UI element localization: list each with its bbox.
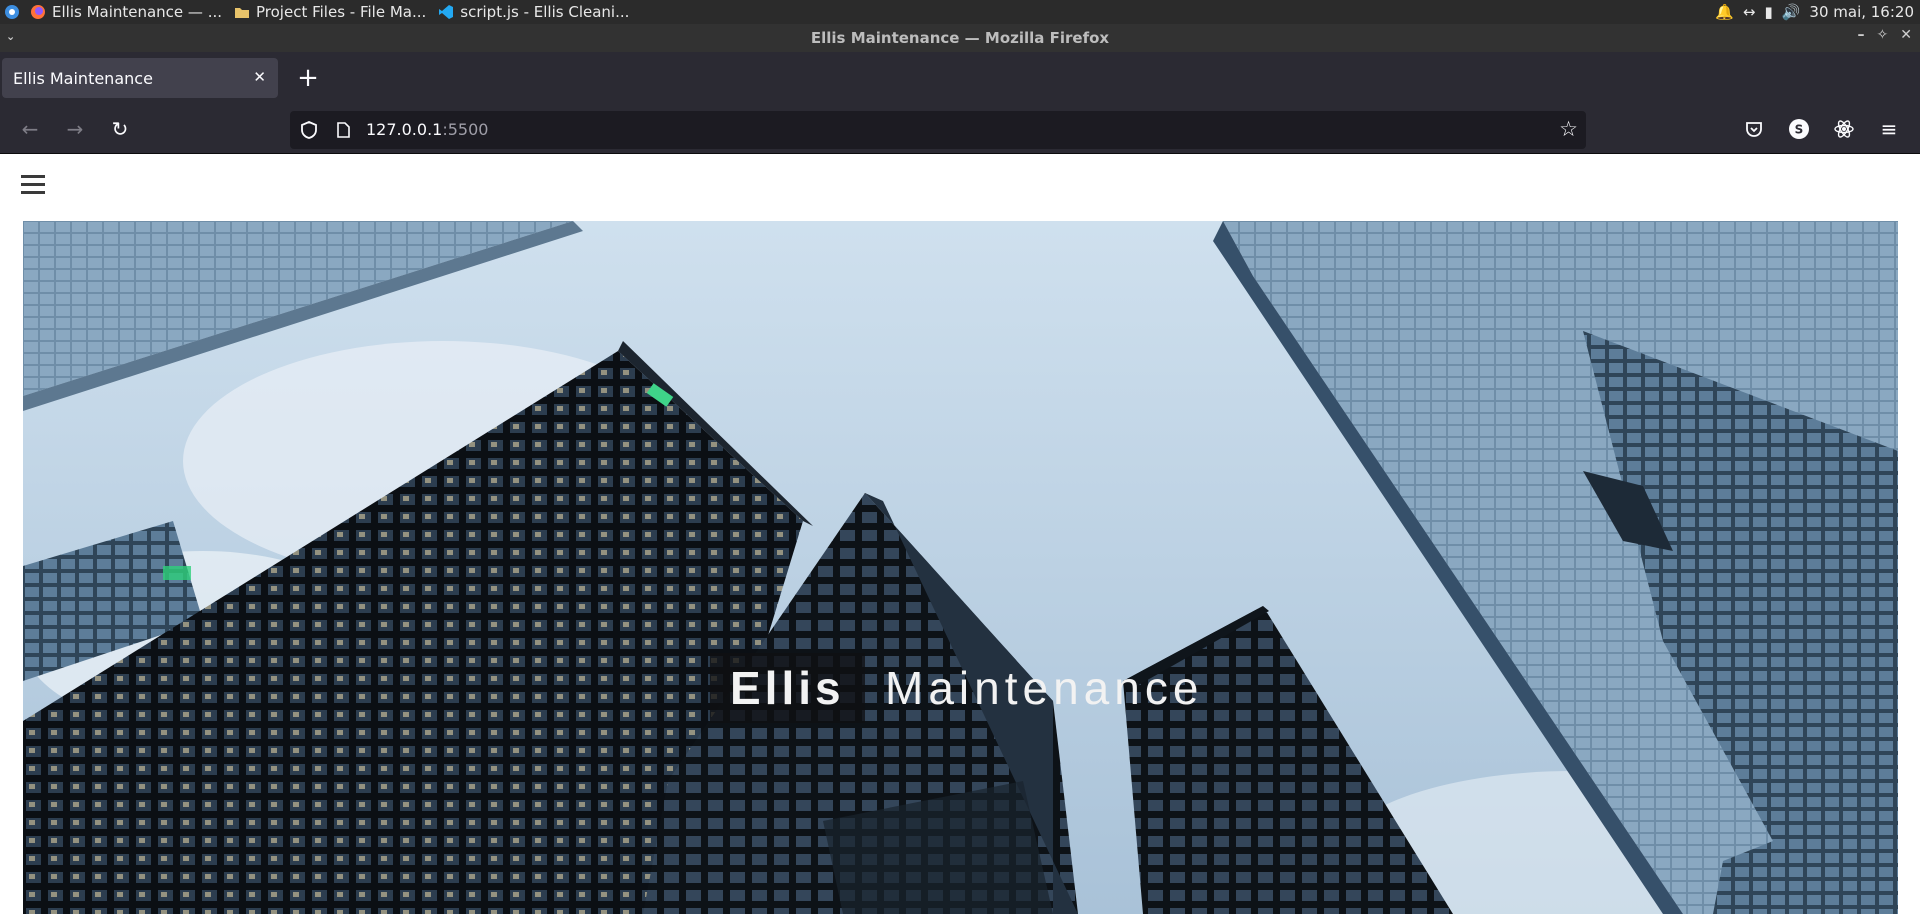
system-tray: 🔔 ↔ ▮ 🔊 30 mai, 16:20 xyxy=(1715,0,1914,24)
window-title: Ellis Maintenance — Mozilla Firefox xyxy=(810,29,1110,47)
volume-icon[interactable]: 🔊 xyxy=(1782,3,1801,21)
account-avatar-icon: S xyxy=(1789,119,1809,139)
tab-strip: Ellis Maintenance ✕ + xyxy=(0,52,1920,104)
arrow-left-icon: ← xyxy=(21,117,39,141)
window-titlebar: ⌄ Ellis Maintenance — Mozilla Firefox – … xyxy=(0,24,1920,52)
app-menu-button[interactable]: ≡ xyxy=(1873,113,1905,145)
taskbar-item-firefox[interactable]: Ellis Maintenance — ... xyxy=(24,0,228,24)
kde-icon xyxy=(5,5,19,19)
battery-icon[interactable]: ▮ xyxy=(1764,3,1772,21)
shield-icon[interactable] xyxy=(299,120,319,140)
window-menu-icon[interactable]: ⌄ xyxy=(6,30,15,43)
hero-banner: Ellis Maintenance xyxy=(23,221,1898,914)
menu-icon: ≡ xyxy=(1880,117,1898,141)
city-skyline-image xyxy=(23,221,1898,914)
clock[interactable]: 30 mai, 16:20 xyxy=(1809,3,1914,21)
taskbar-item-label: script.js - Ellis Cleani... xyxy=(460,3,630,21)
taskbar-item-vscode[interactable]: script.js - Ellis Cleani... xyxy=(432,0,635,24)
minimize-icon[interactable]: – xyxy=(1858,27,1865,43)
tab-ellis-maintenance[interactable]: Ellis Maintenance ✕ xyxy=(2,58,278,98)
tab-title: Ellis Maintenance xyxy=(13,68,153,88)
os-taskbar: Ellis Maintenance — ... Project Files - … xyxy=(0,0,1920,24)
close-window-icon[interactable]: ✕ xyxy=(1900,27,1912,43)
arrow-right-icon: → xyxy=(66,117,84,141)
forward-button[interactable]: → xyxy=(59,113,91,145)
url-bar[interactable]: 127.0.0.1:5500 ☆ xyxy=(290,111,1586,149)
pocket-button[interactable] xyxy=(1738,113,1770,145)
reload-icon: ↻ xyxy=(111,117,129,141)
firefox-icon xyxy=(31,5,45,19)
back-button[interactable]: ← xyxy=(14,113,46,145)
url-host: 127.0.0.1 xyxy=(366,120,443,139)
url-text[interactable]: 127.0.0.1:5500 xyxy=(366,120,488,139)
page-icon[interactable] xyxy=(334,121,352,139)
vscode-icon xyxy=(439,5,454,19)
extension-button[interactable] xyxy=(1828,113,1860,145)
pocket-icon xyxy=(1746,122,1762,137)
navigation-toolbar: ← → ↻ 127.0.0.1:5500 ☆ S ≡ xyxy=(0,104,1920,154)
atom-extension-icon xyxy=(1834,120,1854,138)
page-content: Ellis Maintenance xyxy=(0,155,1920,914)
account-button[interactable]: S xyxy=(1783,113,1815,145)
taskbar-item-label: Ellis Maintenance — ... xyxy=(52,3,223,21)
bookmark-star-icon[interactable]: ☆ xyxy=(1559,117,1578,141)
taskbar-item-files[interactable]: Project Files - File Ma... xyxy=(228,0,432,24)
new-tab-button[interactable]: + xyxy=(293,63,323,93)
maximize-icon[interactable]: ✧ xyxy=(1877,27,1889,43)
url-port: :5500 xyxy=(442,120,489,139)
network-icon[interactable]: ↔ xyxy=(1743,3,1756,21)
close-tab-icon[interactable]: ✕ xyxy=(253,68,266,86)
notification-bell-icon[interactable]: 🔔 xyxy=(1715,3,1734,21)
start-menu-button[interactable] xyxy=(0,0,24,24)
taskbar-item-label: Project Files - File Ma... xyxy=(256,3,427,21)
svg-text:S: S xyxy=(1795,123,1804,137)
folder-icon xyxy=(235,8,250,18)
hamburger-menu-icon[interactable] xyxy=(21,173,45,197)
plus-icon: + xyxy=(297,63,319,93)
reload-button[interactable]: ↻ xyxy=(104,113,136,145)
